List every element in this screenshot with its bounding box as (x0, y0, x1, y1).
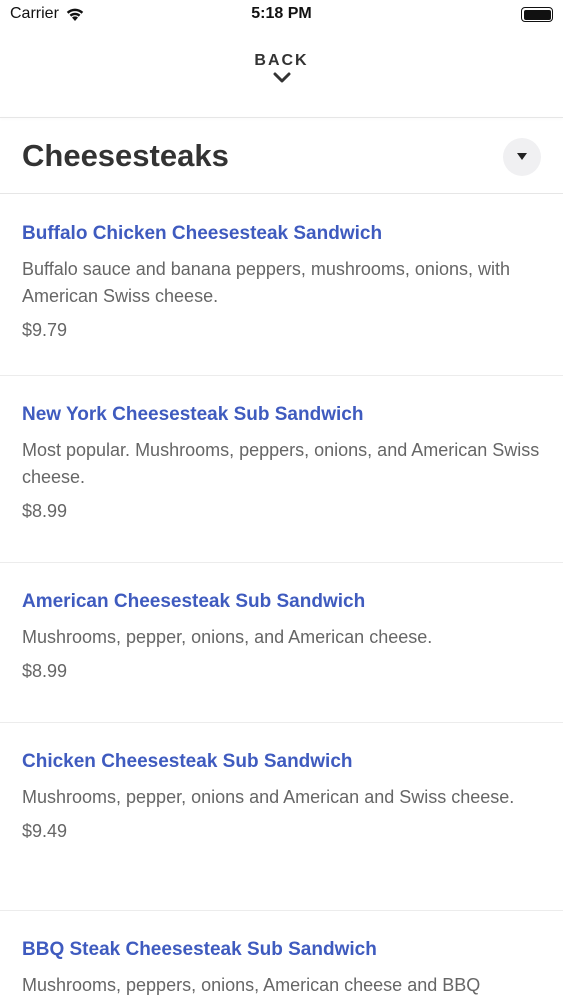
status-bar: Carrier 5:18 PM (0, 0, 563, 30)
menu-item[interactable]: Chicken Cheesesteak Sub Sandwich Mushroo… (0, 723, 563, 911)
back-button[interactable]: BACK (0, 52, 563, 102)
section-title: Cheesesteaks (22, 138, 229, 173)
item-name: BBQ Steak Cheesesteak Sub Sandwich (22, 939, 377, 960)
menu-item[interactable]: American Cheesesteak Sub Sandwich Mushro… (0, 563, 563, 723)
battery-icon (521, 7, 553, 22)
item-name: New York Cheesesteak Sub Sandwich (22, 404, 364, 425)
battery-fill (523, 9, 551, 20)
item-name: Buffalo Chicken Cheesesteak Sandwich (22, 223, 383, 244)
item-price: $8.99 (22, 661, 68, 681)
item-price: $9.49 (22, 821, 68, 841)
item-description: Mushrooms, pepper, onions, and American … (22, 627, 433, 647)
item-description: Buffalo sauce and banana peppers, mushro… (22, 259, 510, 306)
section-collapse-button[interactable] (503, 138, 541, 176)
menu-item[interactable]: New York Cheesesteak Sub Sandwich Most p… (0, 376, 563, 563)
item-name: Chicken Cheesesteak Sub Sandwich (22, 751, 353, 772)
item-description: Mushrooms, peppers, onions, American che… (22, 975, 481, 995)
item-name: American Cheesesteak Sub Sandwich (22, 591, 366, 612)
item-description: Mushrooms, pepper, onions and American a… (22, 787, 515, 807)
menu-item[interactable]: BBQ Steak Cheesesteak Sub Sandwich Mushr… (0, 911, 563, 1000)
menu-list: Buffalo Chicken Cheesesteak Sandwich Buf… (0, 195, 563, 1000)
caret-down-icon (517, 153, 527, 160)
item-price: $8.99 (22, 501, 68, 521)
section-header[interactable]: Cheesesteaks (0, 118, 563, 194)
status-time: 5:18 PM (251, 5, 312, 22)
menu-item[interactable]: Buffalo Chicken Cheesesteak Sandwich Buf… (0, 195, 563, 376)
item-description: Most popular. Mushrooms, peppers, onions… (22, 440, 540, 487)
item-price: $9.79 (22, 320, 68, 340)
chevron-down-icon (273, 72, 290, 83)
back-label: BACK (254, 52, 309, 69)
